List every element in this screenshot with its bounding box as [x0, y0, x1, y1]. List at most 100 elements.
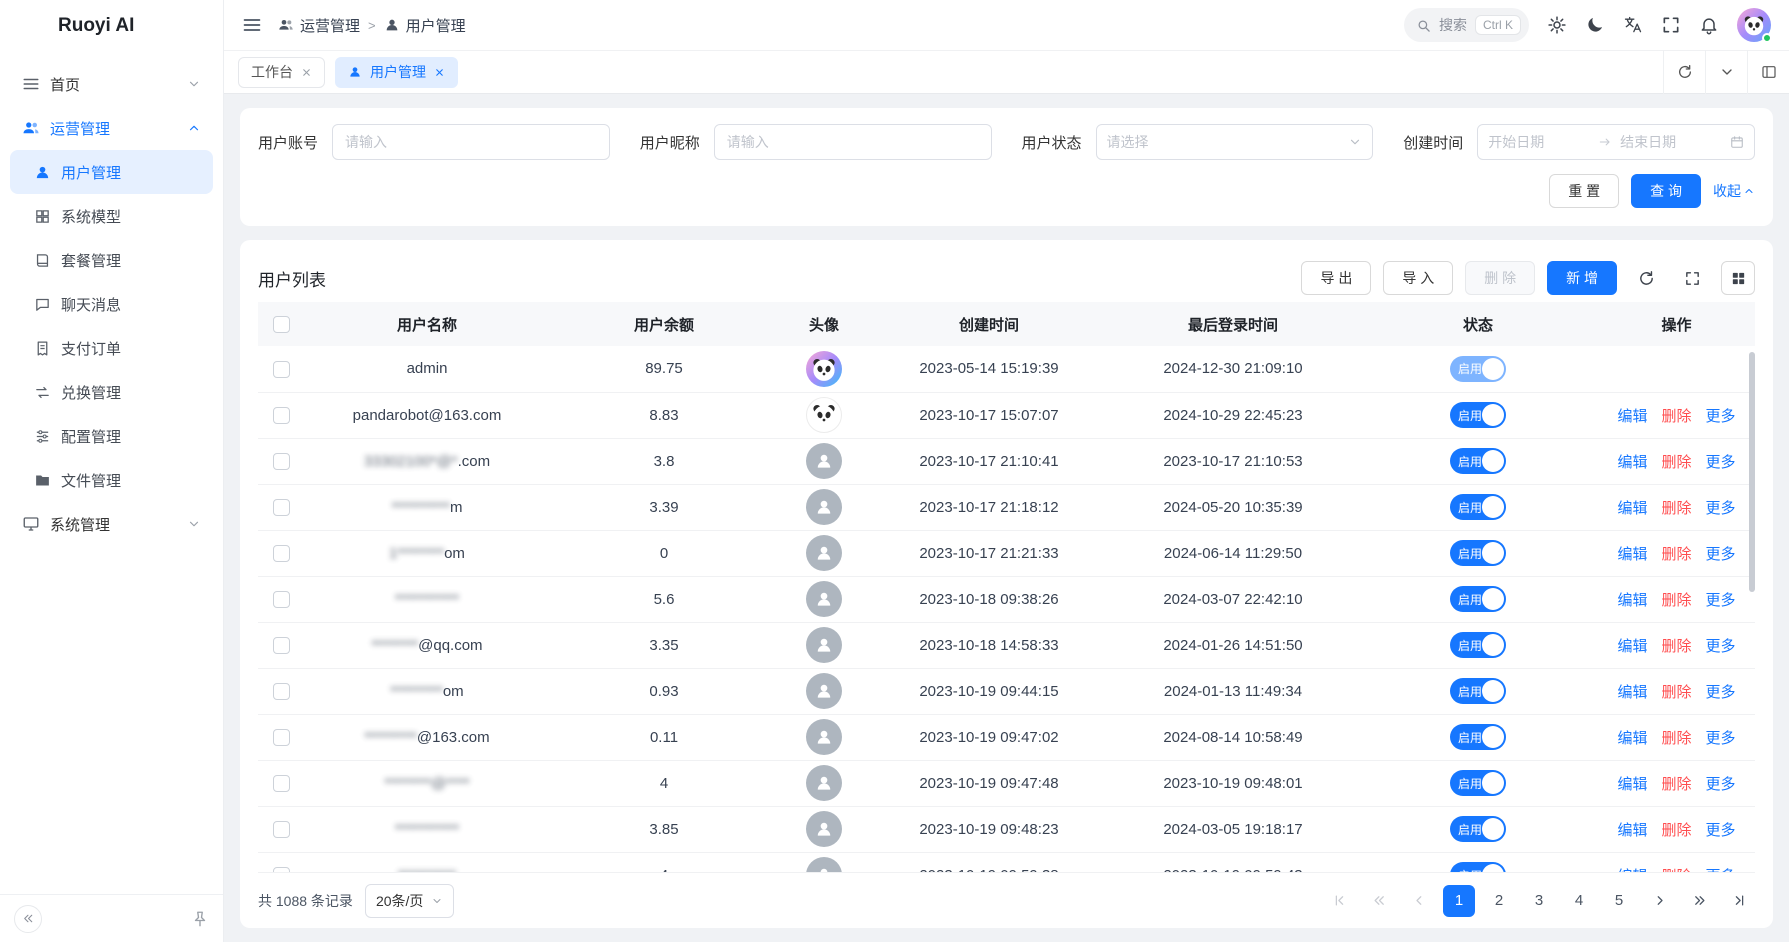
more-link[interactable]: 更多: [1706, 546, 1736, 563]
query-button[interactable]: 查 询: [1631, 174, 1701, 208]
row-checkbox[interactable]: [273, 545, 290, 562]
close-icon[interactable]: [301, 67, 312, 78]
select-all-checkbox[interactable]: [273, 316, 290, 333]
sidebar-submenu-item[interactable]: 系统模型: [10, 194, 213, 238]
more-link[interactable]: 更多: [1706, 776, 1736, 793]
sidebar-submenu-item[interactable]: 文件管理: [10, 458, 213, 502]
jump-back-button[interactable]: [1363, 885, 1395, 917]
edit-link[interactable]: 编辑: [1617, 408, 1647, 425]
sidebar-submenu-item[interactable]: 聊天消息: [10, 282, 213, 326]
delete-link[interactable]: 删除: [1661, 408, 1691, 425]
jump-forward-button[interactable]: [1683, 885, 1715, 917]
edit-link[interactable]: 编辑: [1617, 454, 1647, 471]
edit-link[interactable]: 编辑: [1617, 546, 1647, 563]
export-button[interactable]: 导 出: [1301, 261, 1371, 295]
row-checkbox[interactable]: [273, 453, 290, 470]
delete-link[interactable]: 删除: [1661, 822, 1691, 839]
status-toggle[interactable]: 启用: [1450, 494, 1506, 520]
import-button[interactable]: 导 入: [1383, 261, 1453, 295]
status-toggle[interactable]: 启用: [1450, 586, 1506, 612]
hamburger-menu-icon[interactable]: [242, 15, 262, 35]
more-link[interactable]: 更多: [1706, 684, 1736, 701]
status-select[interactable]: 请选择: [1096, 124, 1374, 160]
status-toggle[interactable]: 启用: [1450, 402, 1506, 428]
sidebar-item-system[interactable]: 系统管理: [10, 502, 213, 546]
tab-menu-button[interactable]: [1705, 50, 1747, 94]
status-toggle[interactable]: 启用: [1450, 678, 1506, 704]
page-number-button[interactable]: 3: [1523, 885, 1555, 917]
gear-icon[interactable]: [1547, 15, 1567, 35]
row-checkbox[interactable]: [273, 775, 290, 792]
status-toggle[interactable]: 启用: [1450, 724, 1506, 750]
more-link[interactable]: 更多: [1706, 408, 1736, 425]
edit-link[interactable]: 编辑: [1617, 638, 1647, 655]
edit-link[interactable]: 编辑: [1617, 776, 1647, 793]
bell-icon[interactable]: [1699, 15, 1719, 35]
delete-link[interactable]: 删除: [1661, 454, 1691, 471]
row-checkbox[interactable]: [273, 407, 290, 424]
collapse-filter-link[interactable]: 收起: [1713, 181, 1755, 201]
last-page-button[interactable]: [1723, 885, 1755, 917]
edit-link[interactable]: 编辑: [1617, 868, 1647, 873]
translate-icon[interactable]: [1623, 15, 1643, 35]
nickname-input[interactable]: [714, 124, 992, 160]
edit-link[interactable]: 编辑: [1617, 730, 1647, 747]
dark-mode-moon-icon[interactable]: [1585, 15, 1605, 35]
close-icon[interactable]: [434, 67, 445, 78]
edit-link[interactable]: 编辑: [1617, 822, 1647, 839]
status-toggle[interactable]: 启用: [1450, 632, 1506, 658]
edit-link[interactable]: 编辑: [1617, 592, 1647, 609]
page-size-select[interactable]: 20条/页: [365, 884, 454, 918]
page-number-button[interactable]: 1: [1443, 885, 1475, 917]
delete-link[interactable]: 删除: [1661, 546, 1691, 563]
user-avatar[interactable]: [1737, 8, 1771, 42]
row-checkbox[interactable]: [273, 361, 290, 378]
more-link[interactable]: 更多: [1706, 454, 1736, 471]
delete-link[interactable]: 删除: [1661, 730, 1691, 747]
breadcrumb-user-management[interactable]: 用户管理: [384, 15, 466, 36]
account-input[interactable]: [332, 124, 610, 160]
breadcrumb-operations[interactable]: 运营管理: [278, 15, 360, 36]
global-search[interactable]: 搜索 Ctrl K: [1404, 8, 1529, 42]
sidebar-submenu-item[interactable]: 支付订单: [10, 326, 213, 370]
delete-button[interactable]: 删 除: [1465, 261, 1535, 295]
status-toggle[interactable]: 启用: [1450, 862, 1506, 872]
reset-button[interactable]: 重 置: [1549, 174, 1619, 208]
content-fullscreen-button[interactable]: [1747, 50, 1789, 94]
vertical-scrollbar[interactable]: [1749, 352, 1755, 592]
delete-link[interactable]: 删除: [1661, 684, 1691, 701]
add-button[interactable]: 新 增: [1547, 261, 1617, 295]
row-checkbox[interactable]: [273, 683, 290, 700]
delete-link[interactable]: 删除: [1661, 500, 1691, 517]
sidebar-submenu-item[interactable]: 兑换管理: [10, 370, 213, 414]
tab-workbench[interactable]: 工作台: [238, 57, 325, 88]
page-number-button[interactable]: 2: [1483, 885, 1515, 917]
fullscreen-icon[interactable]: [1661, 15, 1681, 35]
row-checkbox[interactable]: [273, 591, 290, 608]
delete-link[interactable]: 删除: [1661, 638, 1691, 655]
more-link[interactable]: 更多: [1706, 638, 1736, 655]
refresh-tab-button[interactable]: [1663, 50, 1705, 94]
more-link[interactable]: 更多: [1706, 500, 1736, 517]
status-toggle[interactable]: 启用: [1450, 540, 1506, 566]
refresh-list-button[interactable]: [1629, 261, 1663, 295]
pin-icon[interactable]: [191, 910, 209, 928]
sidebar-submenu-item[interactable]: 用户管理: [10, 150, 213, 194]
row-checkbox[interactable]: [273, 637, 290, 654]
edit-link[interactable]: 编辑: [1617, 500, 1647, 517]
delete-link[interactable]: 删除: [1661, 776, 1691, 793]
page-number-button[interactable]: 4: [1563, 885, 1595, 917]
more-link[interactable]: 更多: [1706, 822, 1736, 839]
sidebar-submenu-item[interactable]: 配置管理: [10, 414, 213, 458]
sidebar-submenu-item[interactable]: 套餐管理: [10, 238, 213, 282]
sidebar-collapse-button[interactable]: [14, 905, 42, 933]
column-settings-button[interactable]: [1721, 261, 1755, 295]
tab-user-management[interactable]: 用户管理: [335, 57, 458, 88]
first-page-button[interactable]: [1323, 885, 1355, 917]
row-checkbox[interactable]: [273, 499, 290, 516]
sidebar-item-operations[interactable]: 运营管理: [10, 106, 213, 150]
status-toggle[interactable]: 启用: [1450, 448, 1506, 474]
prev-page-button[interactable]: [1403, 885, 1435, 917]
row-checkbox[interactable]: [273, 867, 290, 872]
page-number-button[interactable]: 5: [1603, 885, 1635, 917]
